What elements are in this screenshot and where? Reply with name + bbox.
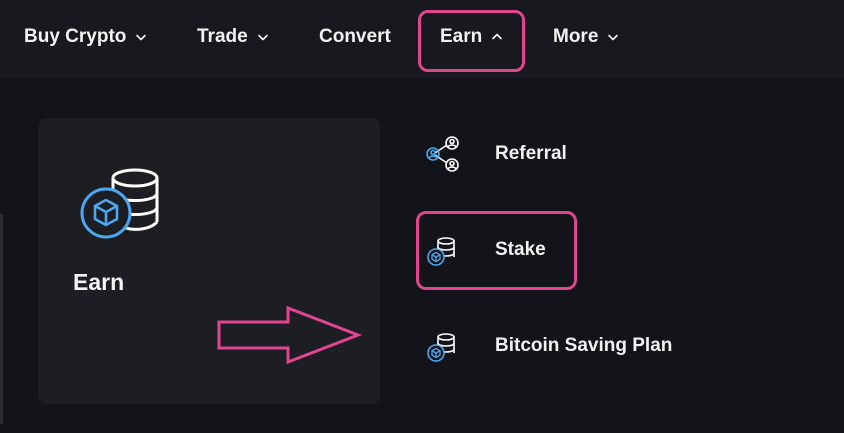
- nav-earn-label: Earn: [440, 26, 483, 47]
- menu-item-stake-label: Stake: [495, 239, 546, 260]
- menu-item-referral[interactable]: Referral: [425, 134, 567, 174]
- nav-buy-crypto-label: Buy Crypto: [24, 26, 127, 47]
- nav-convert-label: Convert: [319, 26, 391, 47]
- nav-earn[interactable]: Earn: [440, 24, 503, 50]
- menu-item-bitcoin-saving-plan-label: Bitcoin Saving Plan: [495, 335, 673, 356]
- saving-plan-database-icon: [425, 328, 461, 364]
- stake-database-icon: [425, 232, 461, 268]
- chevron-down-icon: [607, 31, 619, 43]
- chevron-down-icon: [257, 31, 269, 43]
- staking-database-icon: [80, 166, 162, 240]
- nav-more-label: More: [553, 26, 599, 47]
- menu-item-referral-label: Referral: [495, 143, 567, 164]
- chevron-up-icon: [491, 31, 503, 43]
- nav-trade-label: Trade: [197, 26, 248, 47]
- menu-item-stake[interactable]: Stake: [425, 230, 546, 270]
- panel-edge-divider: [0, 214, 3, 424]
- nav-trade[interactable]: Trade: [197, 24, 269, 50]
- arrow-annotation-icon: [216, 305, 363, 365]
- chevron-down-icon: [135, 31, 147, 43]
- top-navigation: Buy Crypto Trade Convert Earn More: [0, 0, 844, 78]
- menu-item-bitcoin-saving-plan[interactable]: Bitcoin Saving Plan: [425, 326, 672, 366]
- referral-users-icon: [425, 136, 461, 172]
- nav-buy-crypto[interactable]: Buy Crypto: [24, 24, 147, 50]
- page: Buy Crypto Trade Convert Earn More Earn …: [0, 0, 844, 433]
- nav-convert[interactable]: Convert: [319, 24, 391, 50]
- nav-more[interactable]: More: [553, 24, 619, 50]
- earn-feature-title: Earn: [73, 269, 125, 295]
- earn-dropdown-panel: Earn Referral Stake Bitcoin Saving Plan: [0, 78, 844, 433]
